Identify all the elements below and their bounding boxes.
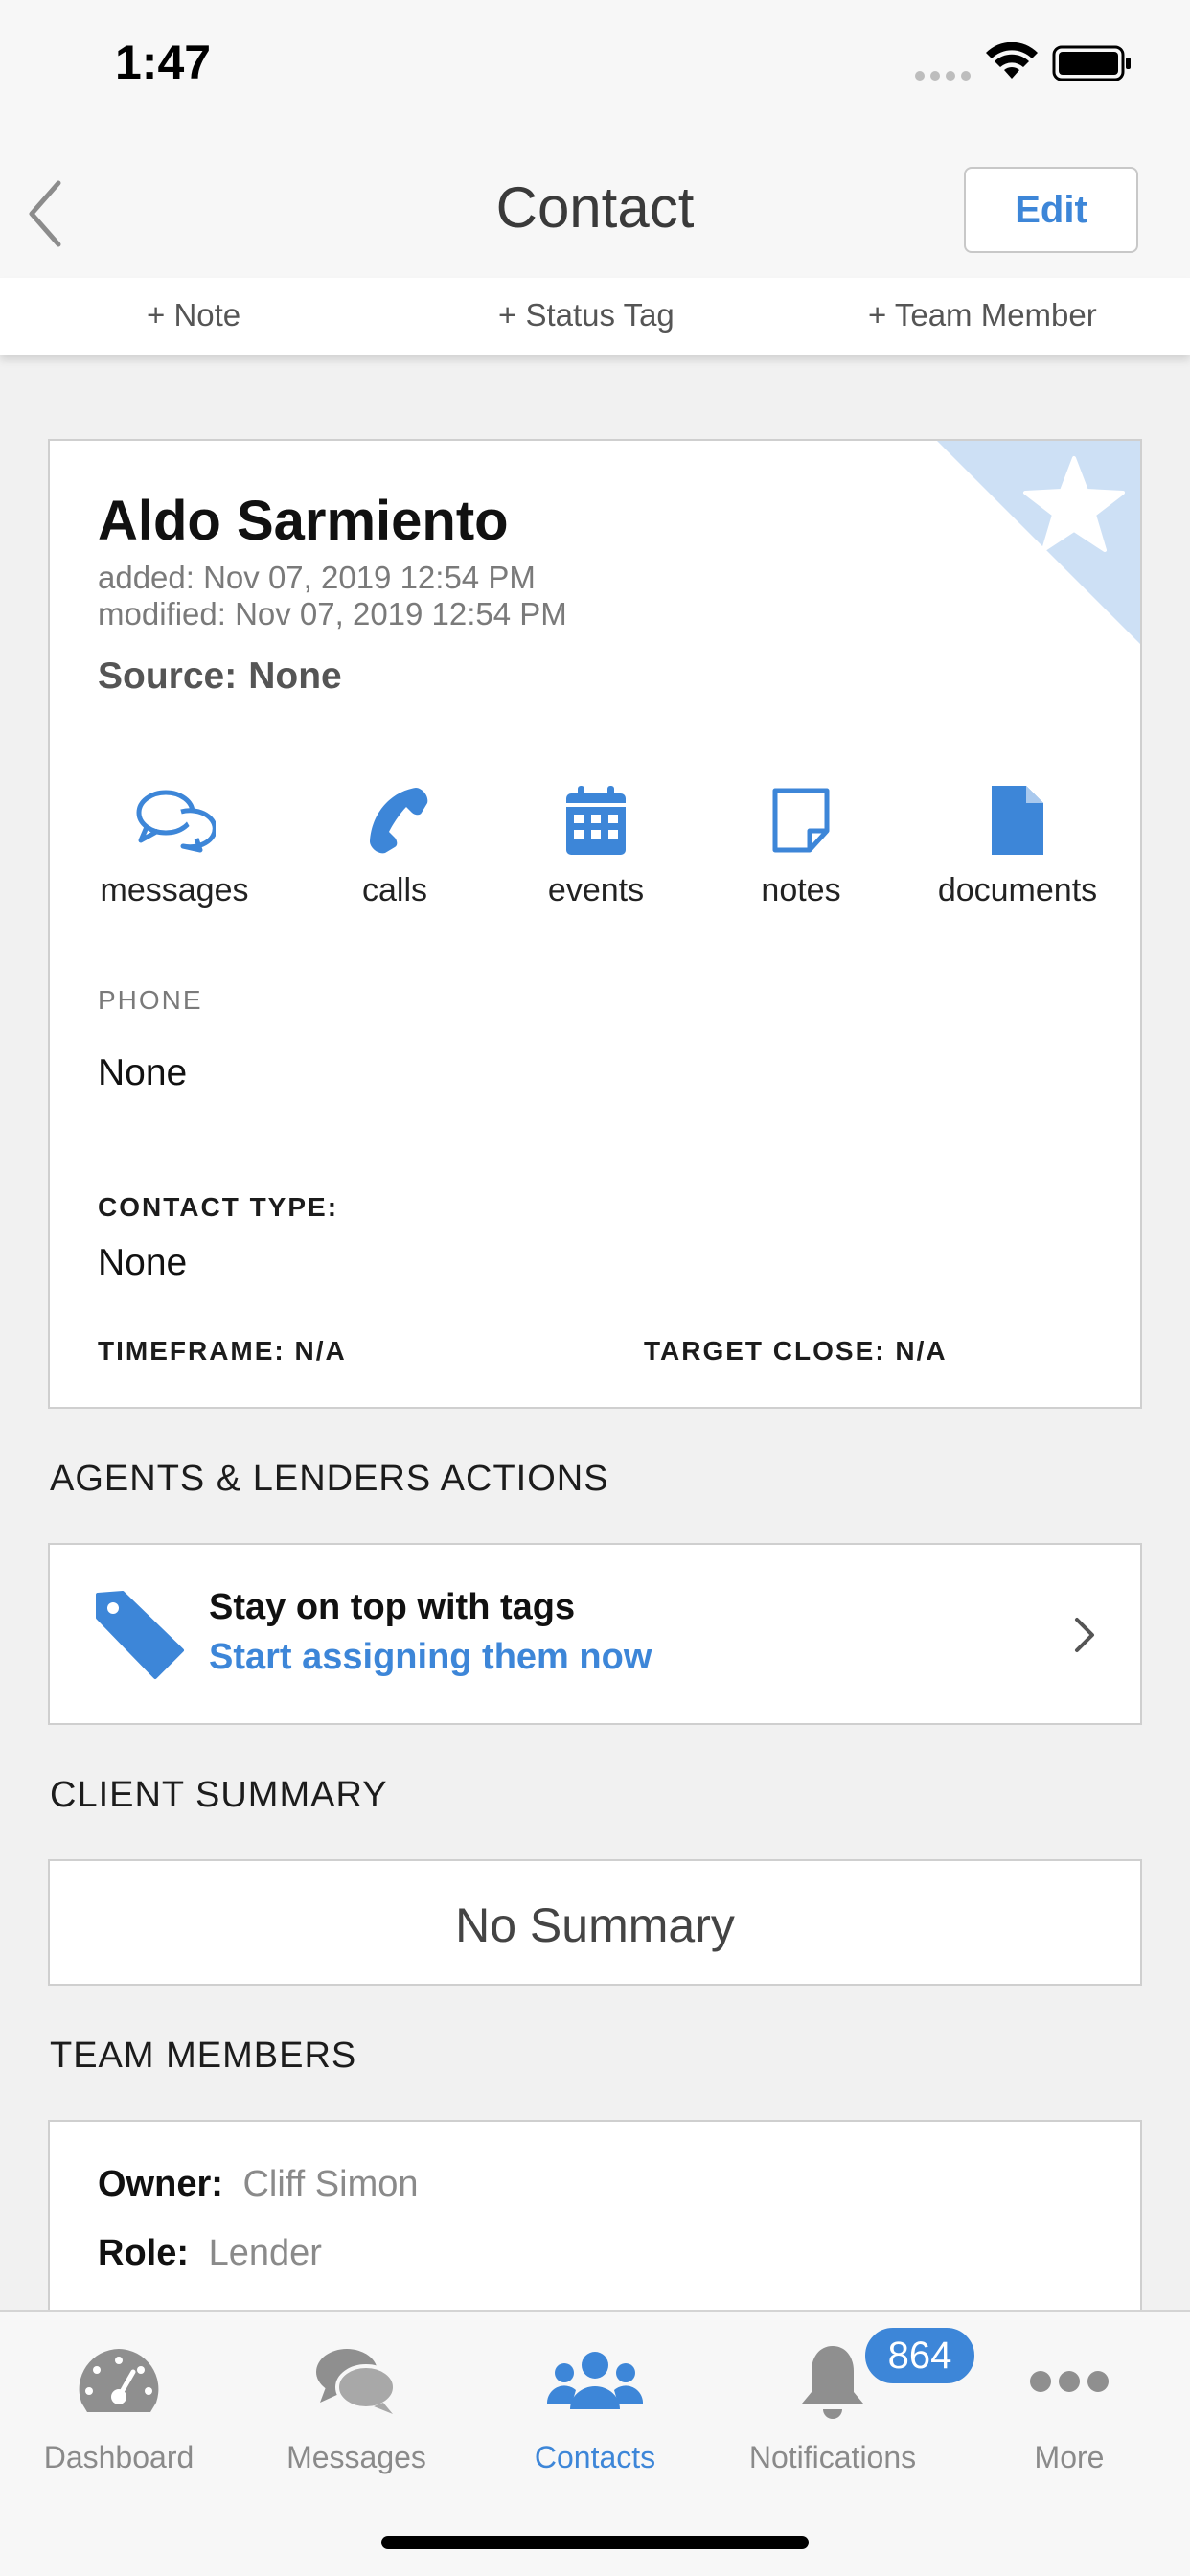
- tab-more-label: More: [1034, 2440, 1105, 2474]
- tags-promo-link[interactable]: Start assigning them now: [209, 1637, 652, 1678]
- contact-name: Aldo Sarmiento: [98, 490, 509, 552]
- favorite-toggle[interactable]: [937, 441, 1140, 644]
- timeframe: TIMEFRAME: N/A: [98, 1336, 347, 1366]
- agents-lenders-heading: AGENTS & LENDERS ACTIONS: [50, 1459, 609, 1499]
- calendar-icon: [566, 786, 626, 855]
- contact-header-card: Aldo Sarmiento added: Nov 07, 2019 12:54…: [48, 439, 1142, 748]
- modified-date: modified: Nov 07, 2019 12:54 PM: [98, 596, 567, 632]
- tags-promo-title: Stay on top with tags: [209, 1587, 576, 1627]
- contact-type-section: CONTACT TYPE: None TIMEFRAME: N/A TARGET…: [48, 1142, 1142, 1409]
- status-time: 1:47: [115, 35, 212, 89]
- phone-icon: [370, 788, 428, 854]
- note-icon: [772, 788, 830, 853]
- team-members-card: Owner: Cliff Simon Role: Lender: [48, 2120, 1142, 2340]
- notes-action-label: notes: [761, 872, 841, 908]
- messages-action[interactable]: messages: [69, 746, 280, 935]
- contact-type-value: None: [98, 1242, 188, 1283]
- wifi-icon: [986, 42, 1038, 79]
- tab-contacts[interactable]: Contacts: [476, 2312, 714, 2503]
- tab-notifications-label: Notifications: [748, 2440, 917, 2474]
- contact-type-label: CONTACT TYPE:: [98, 1192, 339, 1222]
- chat-bubbles-icon: [136, 790, 216, 853]
- documents-action[interactable]: documents: [903, 746, 1133, 935]
- source-value: None: [248, 656, 342, 697]
- client-summary-card[interactable]: No Summary: [48, 1859, 1142, 1986]
- cellular-signal-icon: [915, 71, 971, 80]
- tab-more[interactable]: More: [950, 2312, 1188, 2503]
- bell-icon: [802, 2346, 863, 2419]
- tab-dashboard-label: Dashboard: [43, 2440, 195, 2474]
- tab-contacts-label: Contacts: [534, 2440, 656, 2474]
- calls-action[interactable]: calls: [299, 746, 491, 935]
- people-icon: [547, 2352, 643, 2409]
- status-bar: 1:47: [0, 0, 1190, 134]
- add-status-tag-button[interactable]: + Status Tag: [498, 297, 675, 334]
- phone-value[interactable]: None: [98, 1052, 187, 1094]
- chat-bubbles-icon: [316, 2349, 397, 2414]
- target-close: TARGET CLOSE: N/A: [644, 1336, 948, 1366]
- add-team-member-button[interactable]: + Team Member: [868, 297, 1097, 334]
- team-members-heading: TEAM MEMBERS: [50, 2036, 357, 2076]
- phone-section: PHONE None: [48, 935, 1142, 1144]
- documents-action-label: documents: [937, 872, 1098, 908]
- owner-value: Cliff Simon: [242, 2164, 419, 2204]
- source-label: Source:: [98, 656, 238, 697]
- client-summary-heading: CLIENT SUMMARY: [50, 1775, 388, 1815]
- owner-row: Owner: Cliff Simon: [98, 2164, 419, 2205]
- tab-messages-label: Messages: [286, 2440, 426, 2474]
- source-row: Source: None: [98, 656, 342, 698]
- owner-label: Owner:: [98, 2164, 223, 2204]
- tab-dashboard[interactable]: Dashboard: [0, 2312, 238, 2503]
- quick-action-bar: + Note + Status Tag + Team Member: [0, 278, 1190, 355]
- phone-label: PHONE: [98, 985, 203, 1015]
- notes-action[interactable]: notes: [705, 746, 897, 935]
- client-summary-text: No Summary: [455, 1898, 735, 1952]
- battery-icon: [1052, 45, 1131, 81]
- events-action[interactable]: events: [500, 746, 692, 935]
- role-label: Role:: [98, 2233, 189, 2273]
- gauge-icon: [79, 2349, 159, 2412]
- calls-action-label: calls: [361, 872, 428, 908]
- tag-icon: [96, 1591, 184, 1679]
- events-action-label: events: [547, 872, 645, 908]
- tab-messages[interactable]: Messages: [238, 2312, 475, 2503]
- star-icon: [1023, 456, 1125, 552]
- added-date: added: Nov 07, 2019 12:54 PM: [98, 560, 536, 595]
- contact-actions-row: messages calls events notes documents: [48, 746, 1142, 937]
- more-dots-icon: [1030, 2371, 1109, 2392]
- nav-bar: Contact Edit: [0, 134, 1190, 278]
- role-value: Lender: [208, 2233, 322, 2273]
- edit-button[interactable]: Edit: [964, 167, 1138, 253]
- messages-action-label: messages: [100, 872, 249, 908]
- chevron-right-icon: [1075, 1618, 1094, 1652]
- home-indicator[interactable]: [381, 2536, 809, 2549]
- add-note-button[interactable]: + Note: [147, 297, 240, 334]
- role-row: Role: Lender: [98, 2233, 322, 2274]
- tags-promo-card[interactable]: Stay on top with tags Start assigning th…: [48, 1543, 1142, 1725]
- document-icon: [992, 786, 1043, 855]
